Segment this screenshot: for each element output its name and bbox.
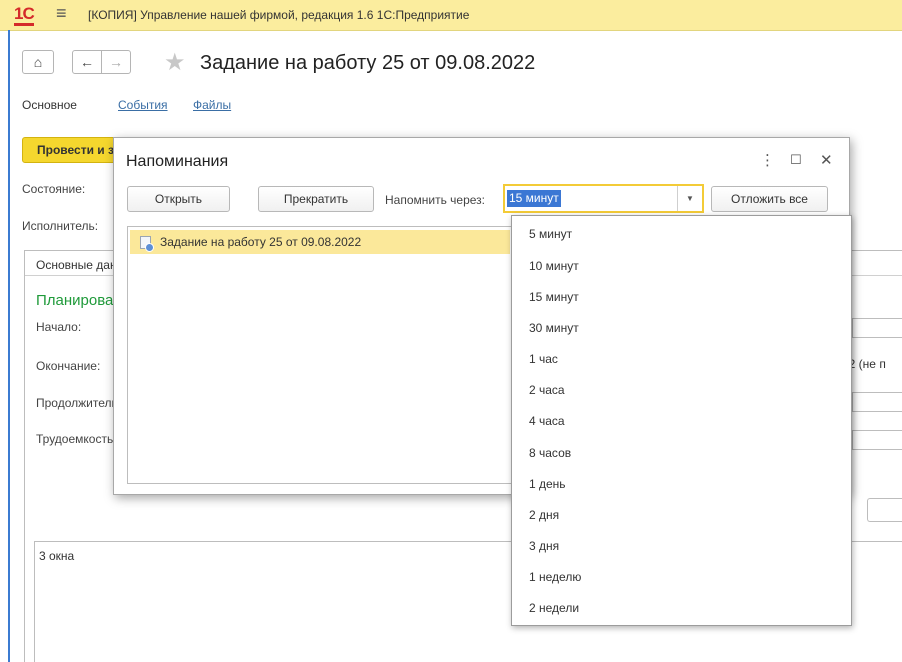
forward-button[interactable]: → (101, 50, 131, 74)
executor-label: Исполнитель: (22, 219, 99, 233)
start-field[interactable] (852, 318, 902, 338)
more-menu-icon[interactable]: ⋮ (760, 151, 775, 169)
open-button[interactable]: Открыть (127, 186, 230, 212)
stop-button[interactable]: Прекратить (258, 186, 374, 212)
home-button[interactable]: ⌂ (22, 50, 54, 74)
labor-label: Трудоемкость: (36, 432, 117, 446)
remind-after-value: 15 минут (507, 190, 561, 207)
back-button[interactable]: ← (72, 50, 102, 74)
dropdown-option[interactable]: 2 часа (529, 383, 565, 397)
arrow-left-icon: ← (80, 54, 94, 70)
left-edge-line (8, 30, 10, 662)
dropdown-option[interactable]: 5 минут (529, 227, 572, 241)
end-label: Окончание: (36, 359, 101, 373)
app-title: [КОПИЯ] Управление нашей фирмой, редакци… (88, 8, 470, 22)
duration-field[interactable] (852, 392, 902, 412)
document-reminder-icon (140, 235, 154, 252)
dropdown-option[interactable]: 1 неделю (529, 570, 581, 584)
title-bar: 1С ≡ [КОПИЯ] Управление нашей фирмой, ре… (0, 0, 902, 31)
tab-events[interactable]: События (118, 98, 168, 112)
tab-main[interactable]: Основное (22, 98, 77, 112)
state-label: Состояние: (22, 182, 86, 196)
list-item-label: Задание на работу 25 от 09.08.2022 (160, 235, 362, 249)
dropdown-option[interactable]: 30 минут (529, 321, 579, 335)
maximize-icon[interactable]: ☐ (790, 152, 802, 168)
arrow-right-icon: → (109, 54, 123, 70)
start-label: Начало: (36, 320, 82, 334)
hamburger-menu-icon[interactable]: ≡ (56, 3, 67, 24)
tab-files[interactable]: Файлы (193, 98, 231, 112)
dropdown-option[interactable]: 1 день (529, 477, 566, 491)
dropdown-option[interactable]: 2 недели (529, 601, 579, 615)
postpone-all-button[interactable]: Отложить все (711, 186, 828, 212)
comment-text: 3 окна (39, 549, 75, 563)
dropdown-option[interactable]: 15 минут (529, 290, 579, 304)
dropdown-option[interactable]: 2 дня (529, 508, 559, 522)
list-item[interactable]: Задание на работу 25 от 09.08.2022 (130, 230, 510, 254)
dropdown-option[interactable]: 4 часа (529, 414, 565, 428)
dropdown-option[interactable]: 8 часов (529, 446, 571, 460)
dropdown-option[interactable]: 1 час (529, 352, 558, 366)
extra-field[interactable] (867, 498, 902, 522)
remind-after-select[interactable]: 15 минут ▼ (503, 184, 704, 213)
labor-field[interactable] (852, 430, 902, 450)
favorite-star-icon[interactable]: ★ (164, 48, 186, 77)
1c-logo[interactable]: 1С (14, 4, 35, 26)
remind-after-dropdown: 5 минут 10 минут 15 минут 30 минут 1 час… (511, 215, 852, 626)
remind-after-label: Напомнить через: (385, 193, 486, 207)
dropdown-option[interactable]: 10 минут (529, 259, 579, 273)
dialog-title: Напоминания (126, 153, 229, 170)
document-title: Задание на работу 25 от 09.08.2022 (200, 52, 536, 74)
close-icon[interactable]: ✕ (820, 151, 833, 169)
dropdown-option[interactable]: 3 дня (529, 539, 559, 553)
home-icon: ⌂ (33, 54, 43, 70)
dropdown-arrow-icon[interactable]: ▼ (677, 186, 702, 211)
